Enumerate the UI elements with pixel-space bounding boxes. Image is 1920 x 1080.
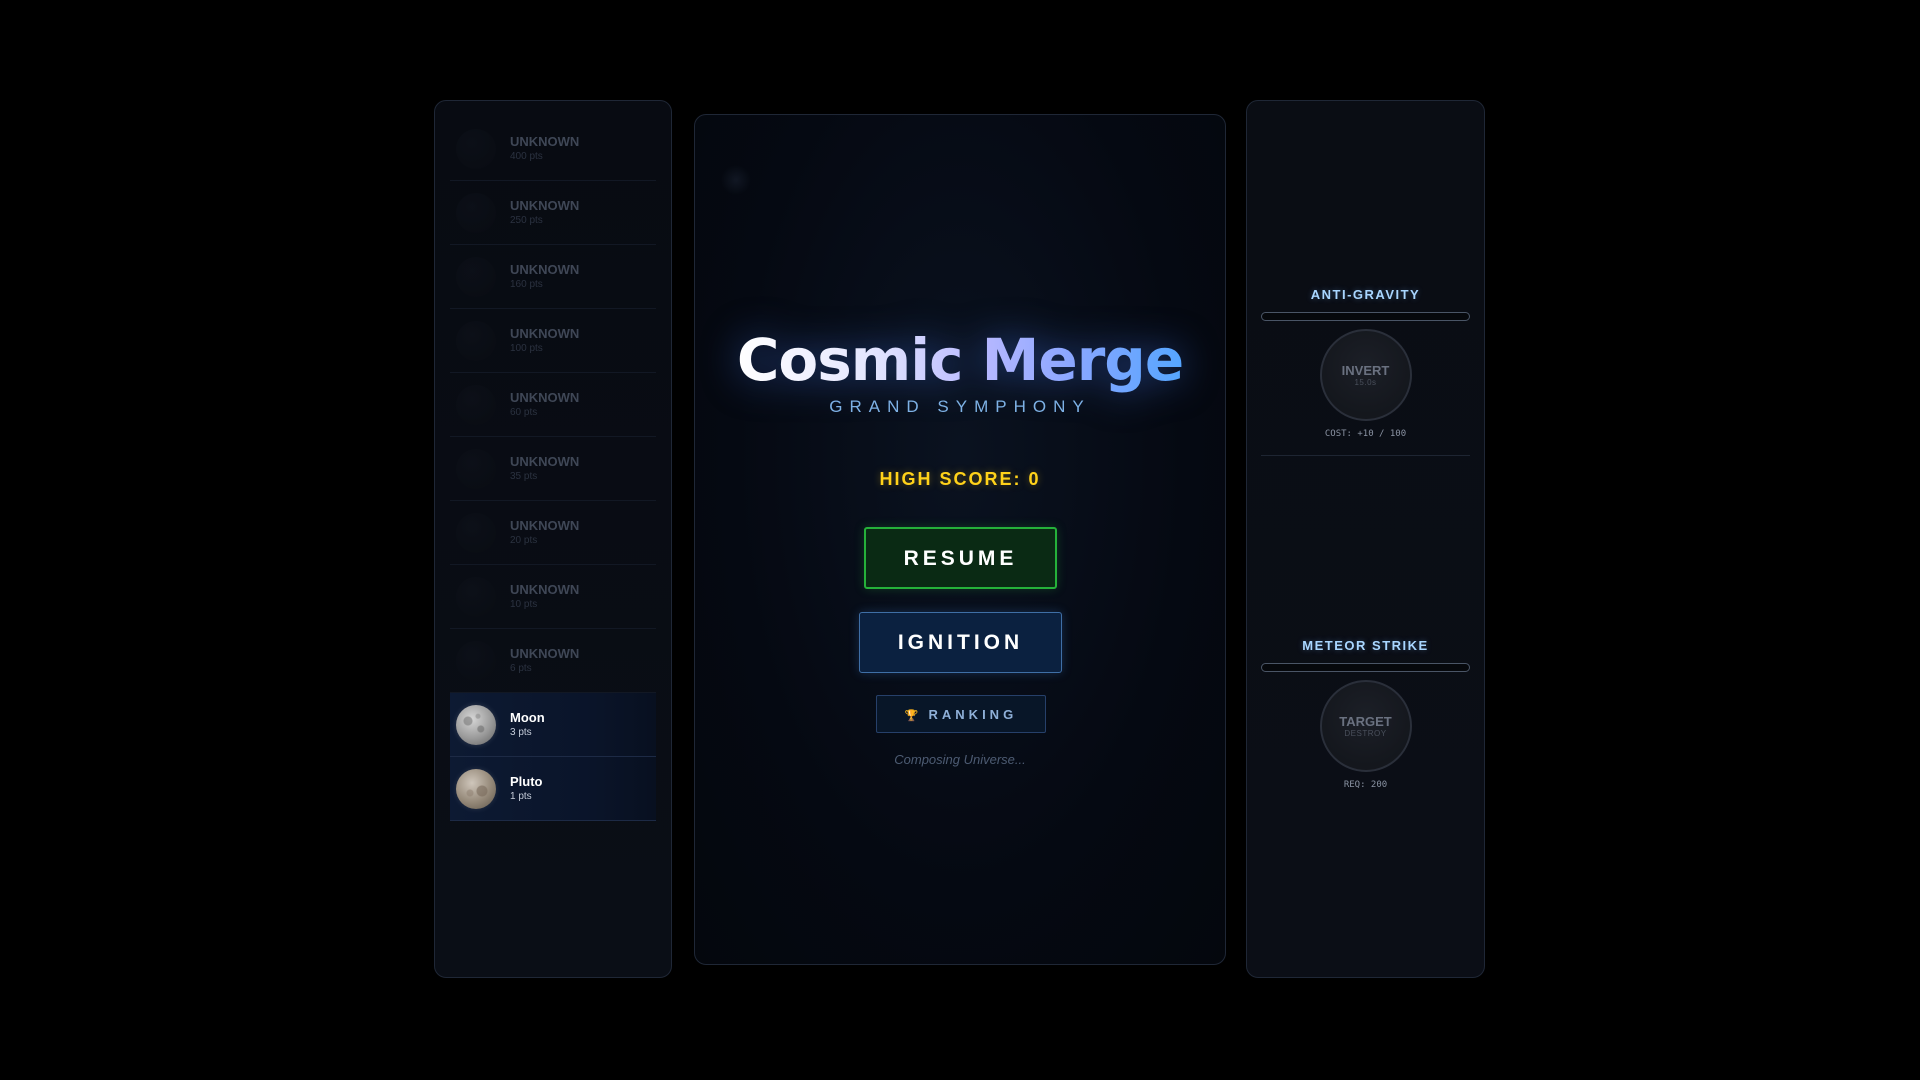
high-score: HIGH SCORE: 0 <box>879 469 1041 489</box>
planet-item-pluto: Pluto 1 pts <box>450 757 656 821</box>
planet-item-locked: UNKNOWN 60 pts <box>450 373 656 437</box>
ability-title: ANTI-GRAVITY <box>1310 287 1421 302</box>
planet-text: UNKNOWN 6 pts <box>510 646 579 675</box>
ability-charge-bar <box>1261 663 1470 672</box>
planet-item-locked: UNKNOWN 20 pts <box>450 501 656 565</box>
planet-name: UNKNOWN <box>510 646 580 661</box>
game-stage: UNKNOWN 400 pts UNKNOWN 250 pts UNKNOWN … <box>0 0 1920 1080</box>
planet-name: UNKNOWN <box>510 582 580 597</box>
planet-list-panel: UNKNOWN 400 pts UNKNOWN 250 pts UNKNOWN … <box>434 100 672 978</box>
planet-text: UNKNOWN 160 pts <box>510 262 579 291</box>
ability-button-label: TARGET <box>1339 713 1392 729</box>
ability-button-sublabel: DESTROY <box>1344 728 1387 738</box>
planet-text: UNKNOWN 20 pts <box>510 518 579 547</box>
title-block: Cosmic Merge GRAND SYMPHONY <box>695 325 1225 417</box>
planet-name: UNKNOWN <box>510 390 580 405</box>
ability-button-label: INVERT <box>1341 362 1390 378</box>
planet-name: UNKNOWN <box>510 326 580 341</box>
planet-item-locked: UNKNOWN 100 pts <box>450 309 656 373</box>
pluto-planet-icon <box>456 768 496 809</box>
planet-item-locked: UNKNOWN 10 pts <box>450 565 656 629</box>
planet-points: 35 pts <box>510 471 538 482</box>
planet-text: UNKNOWN 60 pts <box>510 390 579 419</box>
planet-points: 3 pts <box>510 727 532 738</box>
locked-planet-icon <box>456 576 496 617</box>
locked-planet-icon <box>456 192 496 233</box>
planet-item-locked: UNKNOWN 6 pts <box>450 629 656 693</box>
invert-ability-button[interactable]: INVERT 15.0s <box>1319 329 1412 421</box>
trophy-icon: 🏆 <box>904 710 919 722</box>
ranking-label: RANKING <box>928 707 1018 722</box>
planet-points: 250 pts <box>510 215 543 226</box>
ability-anti-gravity: ANTI-GRAVITY INVERT 15.0s COST: +10 / 10… <box>1261 287 1470 439</box>
planet-text: UNKNOWN 10 pts <box>510 582 579 611</box>
planet-points: 60 pts <box>510 407 538 418</box>
planet-points: 1 pts <box>510 791 532 802</box>
moon-planet-icon <box>456 704 496 745</box>
planet-points: 160 pts <box>510 279 543 290</box>
game-board[interactable]: Cosmic Merge GRAND SYMPHONY HIGH SCORE: … <box>694 114 1226 965</box>
planet-item-locked: UNKNOWN 35 pts <box>450 437 656 501</box>
planet-item-locked: UNKNOWN 250 pts <box>450 181 656 245</box>
status-text: Composing Universe... <box>894 752 1026 767</box>
planet-name: UNKNOWN <box>510 262 580 277</box>
planet-name: Moon <box>510 710 545 725</box>
target-ability-button[interactable]: TARGET DESTROY <box>1319 680 1412 772</box>
planet-points: 100 pts <box>510 343 543 354</box>
ranking-button[interactable]: 🏆 RANKING <box>876 695 1046 733</box>
planet-name: UNKNOWN <box>510 134 580 149</box>
planet-points: 20 pts <box>510 535 538 546</box>
planet-item-locked: UNKNOWN 160 pts <box>450 245 656 309</box>
planet-text: UNKNOWN 100 pts <box>510 326 579 355</box>
planet-name: Pluto <box>510 774 543 789</box>
planet-text: UNKNOWN 250 pts <box>510 198 579 227</box>
faint-star-decoration <box>721 165 751 195</box>
locked-planet-icon <box>456 320 496 361</box>
ability-meteor-strike: METEOR STRIKE TARGET DESTROY REQ: 200 <box>1261 638 1470 790</box>
game-title: Cosmic Merge <box>736 326 1184 394</box>
planet-text: UNKNOWN 400 pts <box>510 134 579 163</box>
planet-points: 400 pts <box>510 151 543 162</box>
planet-name: UNKNOWN <box>510 518 580 533</box>
locked-planet-icon <box>456 512 496 553</box>
resume-button[interactable]: RESUME <box>864 527 1057 589</box>
locked-planet-icon <box>456 448 496 489</box>
planet-item-locked: UNKNOWN 400 pts <box>450 117 656 181</box>
planet-name: UNKNOWN <box>510 454 580 469</box>
locked-planet-icon <box>456 384 496 425</box>
locked-planet-icon <box>456 256 496 297</box>
locked-planet-icon <box>456 128 496 169</box>
planet-list: UNKNOWN 400 pts UNKNOWN 250 pts UNKNOWN … <box>450 117 656 821</box>
locked-planet-icon <box>456 640 496 681</box>
planet-text: UNKNOWN 35 pts <box>510 454 579 483</box>
planet-text: Pluto 1 pts <box>510 774 543 803</box>
ability-cooldown: 15.0s <box>1354 377 1377 387</box>
planet-text: Moon 3 pts <box>510 710 545 739</box>
game-subtitle: GRAND SYMPHONY <box>829 397 1091 416</box>
ability-charge-bar <box>1261 312 1470 321</box>
ignition-button[interactable]: IGNITION <box>859 612 1062 673</box>
abilities-panel: ANTI-GRAVITY INVERT 15.0s COST: +10 / 10… <box>1246 100 1485 978</box>
ability-divider <box>1261 455 1470 456</box>
planet-name: UNKNOWN <box>510 198 580 213</box>
ability-cost: COST: +10 / 100 <box>1324 429 1407 439</box>
planet-item-moon: Moon 3 pts <box>450 693 656 757</box>
planet-points: 6 pts <box>510 663 532 674</box>
ability-requirement: REQ: 200 <box>1343 780 1388 790</box>
ability-title: METEOR STRIKE <box>1302 638 1429 653</box>
planet-points: 10 pts <box>510 599 538 610</box>
